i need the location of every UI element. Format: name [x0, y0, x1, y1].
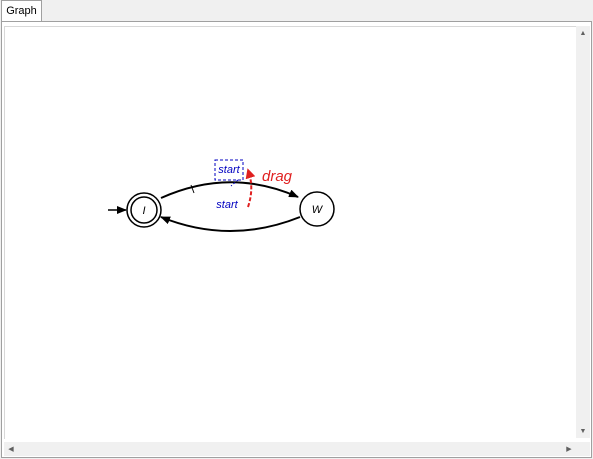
triangle-down-icon: ▼: [579, 427, 587, 435]
tab-graph-label: Graph: [6, 5, 37, 17]
scrollbar-corner: [576, 442, 590, 456]
transition-edge-w-i[interactable]: [160, 216, 301, 232]
scroll-left-button[interactable]: ◀: [4, 442, 18, 456]
triangle-up-icon: ▲: [579, 29, 587, 37]
horizontal-scrollbar[interactable]: ◀ ▶: [4, 442, 576, 456]
graph-canvas[interactable]: I W start start drag: [4, 26, 577, 439]
automaton-graph[interactable]: I W start start drag: [5, 27, 577, 439]
state-i-label: I: [142, 205, 145, 217]
transition-label-ghost[interactable]: start: [216, 199, 238, 211]
scroll-right-button[interactable]: ▶: [562, 442, 576, 456]
triangle-left-icon: ◀: [8, 446, 14, 453]
transition-label-selected[interactable]: start: [218, 164, 240, 176]
drag-annotation-text: drag: [262, 168, 293, 185]
scroll-down-button[interactable]: ▼: [576, 424, 590, 438]
triangle-right-icon: ▶: [566, 446, 572, 453]
scroll-up-button[interactable]: ▲: [576, 26, 590, 40]
state-w[interactable]: W: [299, 191, 335, 227]
vertical-scrollbar[interactable]: ▲ ▼: [576, 26, 590, 438]
graph-panel: I W start start drag ▲ ▼ ◀ ▶: [1, 21, 592, 458]
drag-annotation-arrow: [245, 168, 256, 208]
state-w-label: W: [312, 204, 324, 216]
state-i[interactable]: I: [126, 192, 162, 228]
tab-graph[interactable]: Graph: [1, 0, 42, 21]
